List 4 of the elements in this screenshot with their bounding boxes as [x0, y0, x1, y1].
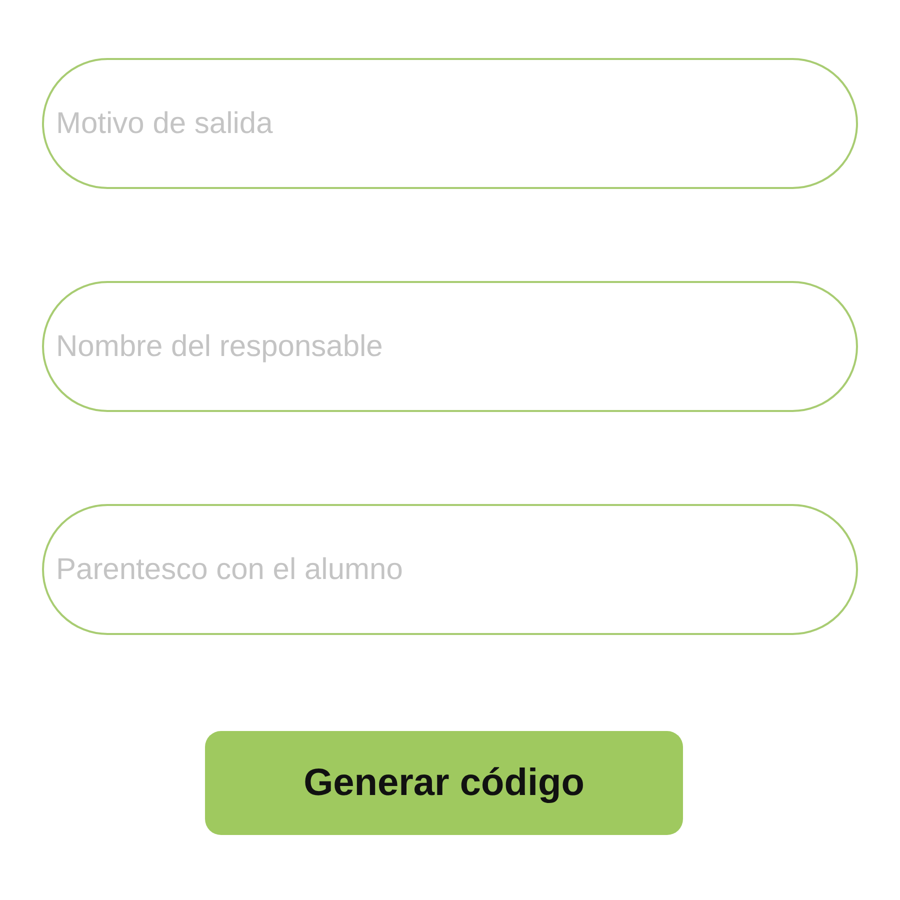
input-field[interactable]: Parentesco con el alumno	[42, 504, 858, 635]
input-field[interactable]: Motivo de salida	[42, 58, 858, 189]
generate-button[interactable]: Generar código	[205, 731, 683, 835]
input-field[interactable]: Nombre del responsable	[42, 281, 858, 412]
